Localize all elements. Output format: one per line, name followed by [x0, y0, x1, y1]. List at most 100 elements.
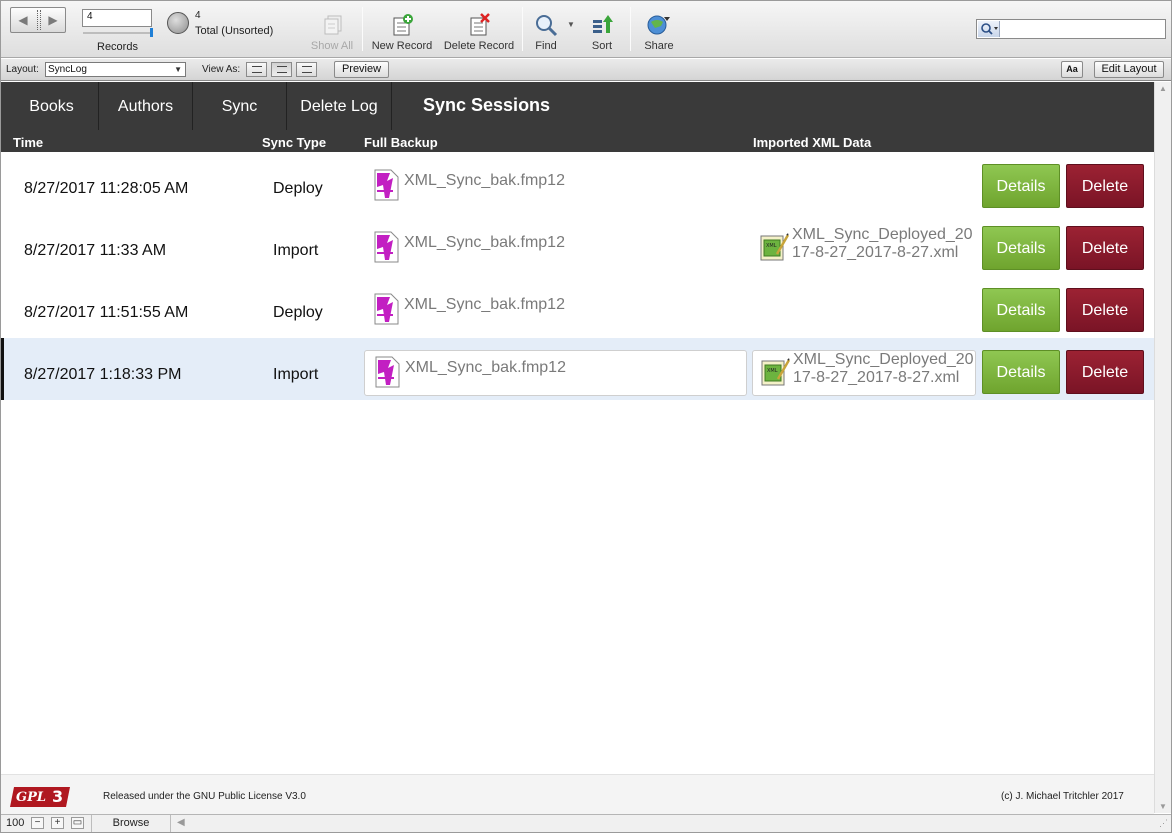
chevron-down-icon: ▼ — [174, 65, 182, 74]
status-toolbar: ◀ ▶ 4 Records 4 Total (Unsorted) Show Al… — [1, 1, 1171, 58]
find-dropdown-icon[interactable]: ▼ — [567, 20, 575, 29]
backup-file-name: XML_Sync_bak.fmp12 — [404, 234, 565, 251]
table-row[interactable]: 8/27/2017 11:28:05 AM Deploy XML_Sync_ba… — [1, 152, 1154, 214]
edit-layout-button[interactable]: Edit Layout — [1094, 61, 1164, 78]
sync-type: Import — [273, 242, 319, 259]
session-time: 8/27/2017 11:51:55 AM — [24, 304, 189, 321]
full-backup-container[interactable]: XML_Sync_bak.fmp12 — [364, 164, 747, 210]
filemaker-window: ◀ ▶ 4 Records 4 Total (Unsorted) Show Al… — [0, 0, 1172, 833]
table-row-selected[interactable]: 8/27/2017 1:18:33 PM Import XML_Sync_bak… — [1, 338, 1154, 400]
quick-find-search[interactable] — [976, 19, 1166, 39]
scroll-down-icon[interactable]: ▼ — [1159, 802, 1167, 811]
records-label: Records — [97, 41, 138, 53]
resize-grip-icon[interactable]: ⋰ — [1159, 818, 1168, 829]
sync-type: Deploy — [273, 304, 323, 321]
preview-button[interactable]: Preview — [334, 61, 389, 78]
delete-button[interactable]: Delete — [1066, 226, 1144, 270]
backup-file-name: XML_Sync_bak.fmp12 — [405, 359, 566, 376]
delete-button[interactable]: Delete — [1066, 164, 1144, 208]
details-button[interactable]: Details — [982, 350, 1060, 394]
magnifier-icon — [536, 15, 558, 37]
details-button[interactable]: Details — [982, 164, 1060, 208]
view-as-label: View As: — [202, 64, 241, 75]
session-time: 8/27/2017 1:18:33 PM — [24, 366, 182, 383]
search-icon[interactable] — [978, 21, 1000, 37]
show-all-icon — [324, 15, 342, 35]
backup-file-name: XML_Sync_bak.fmp12 — [404, 172, 565, 189]
previous-record-icon[interactable]: ◀ — [15, 12, 31, 28]
filemaker-file-icon — [374, 231, 399, 263]
column-header-full-backup: Full Backup — [364, 135, 438, 150]
record-slider[interactable] — [83, 28, 153, 37]
view-as-form-button[interactable] — [246, 62, 267, 77]
toolbar-separator — [362, 7, 363, 51]
xml-file-icon: XML — [761, 358, 790, 386]
layout-content: Books Authors Sync Delete Log Sync Sessi… — [1, 82, 1154, 774]
details-button[interactable]: Details — [982, 288, 1060, 332]
table-view-icon — [302, 66, 312, 73]
sort-icon — [593, 15, 613, 33]
tab-authors[interactable]: Authors — [99, 82, 193, 130]
table-row[interactable]: 8/27/2017 11:51:55 AM Deploy XML_Sync_ba… — [1, 276, 1154, 338]
list-view-icon — [277, 66, 287, 73]
details-button[interactable]: Details — [982, 226, 1060, 270]
imported-xml-container[interactable]: XML XML_Sync_Deployed_2017-8-27_2017-8-2… — [752, 350, 976, 396]
filemaker-file-icon — [374, 293, 399, 325]
tab-books[interactable]: Books — [5, 82, 99, 130]
full-backup-container[interactable]: XML_Sync_bak.fmp12 — [364, 288, 747, 334]
zoom-level[interactable]: 100 — [6, 817, 24, 829]
show-all-button[interactable]: Show All — [307, 5, 357, 55]
record-slider-thumb[interactable] — [150, 28, 153, 37]
mode-indicator[interactable]: Browse — [91, 815, 171, 832]
sort-button[interactable]: Sort — [585, 5, 619, 55]
show-all-label: Show All — [310, 40, 354, 52]
svg-text:GPL: GPL — [16, 790, 46, 805]
find-button[interactable]: Find — [529, 5, 563, 55]
copyright-text: (c) J. Michael Tritchler 2017 — [1001, 791, 1124, 802]
new-record-button[interactable]: New Record — [369, 5, 435, 55]
toggle-toolbar-icon[interactable]: ▭ — [71, 817, 84, 829]
delete-button[interactable]: Delete — [1066, 288, 1144, 332]
svg-text:XML: XML — [767, 368, 778, 374]
session-time: 8/27/2017 11:28:05 AM — [24, 180, 189, 197]
layout-footer: GPL 3 Released under the GNU Public Lice… — [1, 774, 1154, 814]
gpl-v3-logo: GPL 3 — [10, 787, 70, 807]
vertical-scrollbar[interactable]: ▲ ▼ — [1154, 82, 1171, 813]
sync-type: Import — [273, 366, 319, 383]
layout-dropdown[interactable]: SyncLog ▼ — [45, 62, 186, 77]
text-formatting-button[interactable]: Aa — [1061, 61, 1083, 78]
delete-button[interactable]: Delete — [1066, 350, 1144, 394]
share-label: Share — [644, 40, 674, 52]
view-as-list-button[interactable] — [271, 62, 292, 77]
view-as-table-button[interactable] — [296, 62, 317, 77]
next-record-icon[interactable]: ▶ — [45, 12, 61, 28]
table-row[interactable]: 8/27/2017 11:33 AM Import XML_Sync_bak.f… — [1, 214, 1154, 276]
filemaker-file-icon — [374, 169, 399, 201]
book-spine-icon — [37, 10, 41, 30]
header-bar: Books Authors Sync Delete Log Sync Sessi… — [1, 82, 1154, 152]
found-set-pie-icon — [167, 12, 189, 34]
xml-file-name: XML_Sync_Deployed_2017-8-27_2017-8-27.xm… — [793, 351, 974, 386]
zoom-in-icon[interactable]: + — [51, 817, 64, 829]
tab-sync[interactable]: Sync — [193, 82, 287, 130]
session-time: 8/27/2017 11:33 AM — [24, 242, 167, 259]
imported-xml-container[interactable]: XML XML_Sync_Deployed_2017-8-27_2017-8-2… — [752, 226, 976, 272]
delete-record-button[interactable]: Delete Record — [441, 5, 517, 55]
found-status[interactable]: Total (Unsorted) — [195, 25, 273, 37]
full-backup-container[interactable]: XML_Sync_bak.fmp12 — [364, 226, 747, 272]
scroll-up-icon[interactable]: ▲ — [1159, 84, 1167, 93]
layout-bar: Layout: SyncLog ▼ View As: Preview Aa Ed… — [1, 59, 1171, 81]
current-record-input[interactable]: 4 — [82, 9, 152, 27]
form-view-icon — [252, 66, 262, 73]
svg-text:XML: XML — [766, 243, 777, 249]
tab-delete-log[interactable]: Delete Log — [287, 82, 392, 130]
new-record-label: New Record — [371, 40, 433, 52]
zoom-out-icon[interactable]: − — [31, 817, 44, 829]
record-book-navigator[interactable]: ◀ ▶ — [10, 7, 66, 33]
share-button[interactable]: Share — [639, 5, 679, 55]
scroll-left-icon[interactable]: ◀ — [177, 817, 185, 828]
page-title: Sync Sessions — [423, 95, 551, 115]
full-backup-container[interactable]: XML_Sync_bak.fmp12 — [364, 350, 747, 396]
toolbar-separator — [522, 7, 523, 51]
delete-record-icon — [470, 13, 490, 36]
